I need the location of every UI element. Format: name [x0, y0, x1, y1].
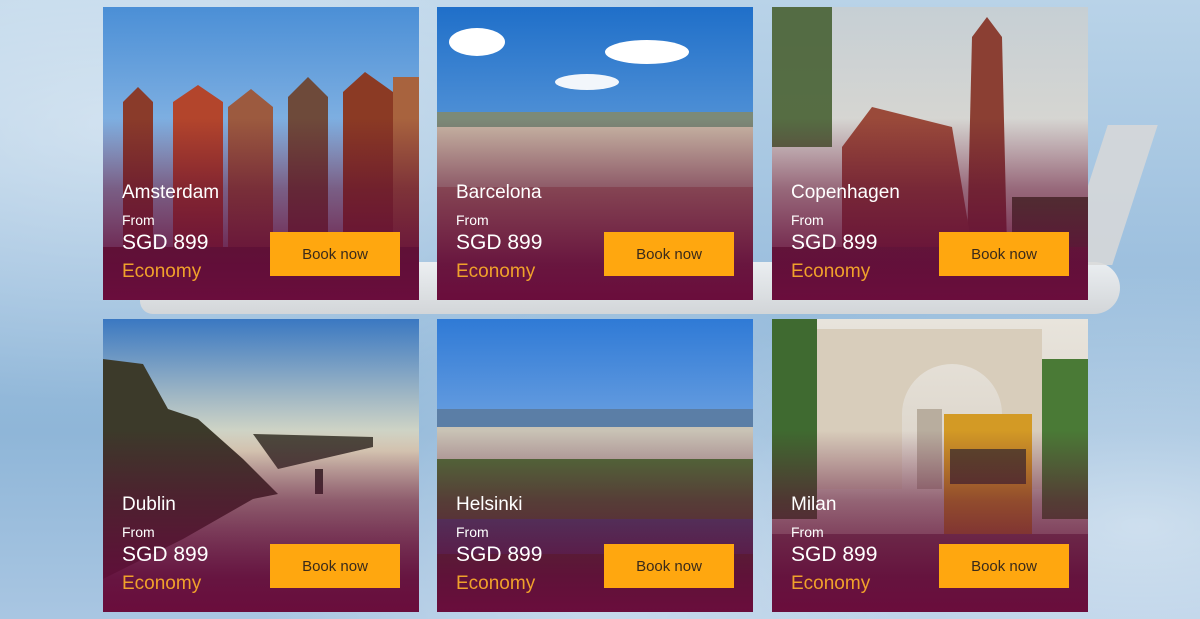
city-name: Helsinki	[456, 494, 523, 515]
from-label: From	[122, 212, 155, 228]
destination-card-copenhagen[interactable]: Copenhagen From SGD 899 Economy Book now	[772, 7, 1088, 300]
cabin-class: Economy	[122, 573, 202, 594]
price: SGD 899	[456, 231, 543, 254]
cabin-class: Economy	[791, 573, 871, 594]
cabin-class: Economy	[791, 261, 871, 282]
book-now-button[interactable]: Book now	[939, 544, 1069, 588]
destination-card-helsinki[interactable]: Helsinki From SGD 899 Economy Book now	[437, 319, 753, 612]
cabin-class: Economy	[122, 261, 202, 282]
from-label: From	[456, 524, 489, 540]
price: SGD 899	[791, 543, 878, 566]
book-now-button[interactable]: Book now	[604, 544, 734, 588]
from-label: From	[122, 524, 155, 540]
price: SGD 899	[791, 231, 878, 254]
city-name: Milan	[791, 494, 837, 515]
book-now-button[interactable]: Book now	[604, 232, 734, 276]
price: SGD 899	[122, 543, 209, 566]
book-now-button[interactable]: Book now	[270, 544, 400, 588]
book-now-button[interactable]: Book now	[270, 232, 400, 276]
destination-card-milan[interactable]: Milan From SGD 899 Economy Book now	[772, 319, 1088, 612]
destination-card-amsterdam[interactable]: Amsterdam From SGD 899 Economy Book now	[103, 7, 419, 300]
book-now-button[interactable]: Book now	[939, 232, 1069, 276]
city-name: Copenhagen	[791, 182, 900, 203]
city-name: Dublin	[122, 494, 176, 515]
destination-card-dublin[interactable]: Dublin From SGD 899 Economy Book now	[103, 319, 419, 612]
destination-grid: Amsterdam From SGD 899 Economy Book now …	[103, 7, 1088, 612]
city-name: Amsterdam	[122, 182, 220, 203]
from-label: From	[456, 212, 489, 228]
cabin-class: Economy	[456, 261, 536, 282]
price: SGD 899	[456, 543, 543, 566]
from-label: From	[791, 524, 824, 540]
city-name: Barcelona	[456, 182, 542, 203]
from-label: From	[791, 212, 824, 228]
destination-card-barcelona[interactable]: Barcelona From SGD 899 Economy Book now	[437, 7, 753, 300]
price: SGD 899	[122, 231, 209, 254]
cabin-class: Economy	[456, 573, 536, 594]
